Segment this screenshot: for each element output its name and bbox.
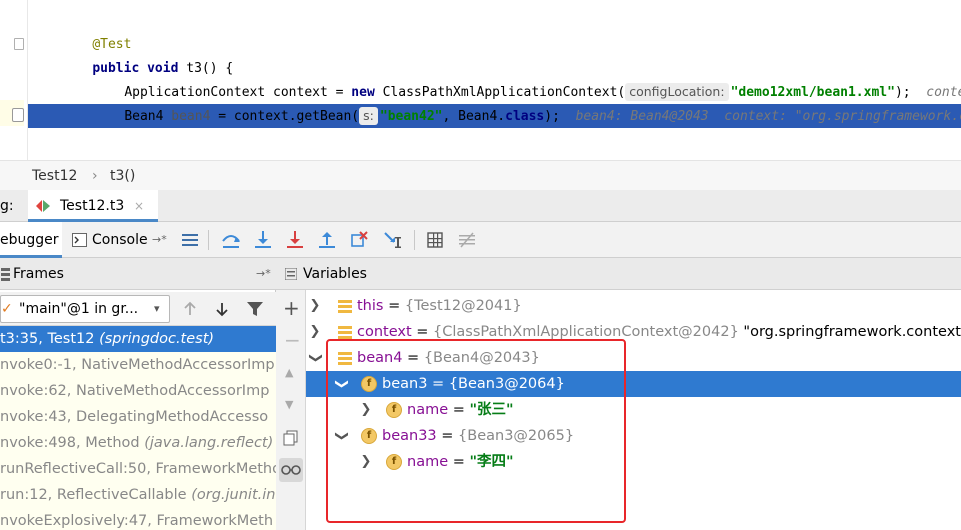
chevron-down-icon[interactable]: ❯	[306, 351, 328, 365]
code-line-3: ApplicationContext context = new ClassPa…	[124, 83, 961, 101]
chevron-down-icon: ▾	[154, 302, 160, 315]
debugger-toolbar: ebugger Console →*	[0, 222, 961, 258]
inline-debug-values: bean4: Bean4@2043 context: "org.springfr…	[575, 109, 961, 124]
tab-console-label: Console	[92, 232, 148, 248]
add-watch-icon[interactable]: +	[283, 298, 300, 318]
code-line-1: @Test	[92, 37, 132, 52]
variable-row-name[interactable]: ❯ f name = "李四"	[306, 449, 961, 475]
code-editor[interactable]: @Test public void t3() { ApplicationCont…	[0, 0, 961, 160]
field-icon: f	[386, 402, 402, 418]
variable-row-context[interactable]: ❯ context = {ClassPathXmlApplicationCont…	[306, 319, 961, 345]
variables-icon	[285, 268, 297, 280]
breadcrumb-separator: ›	[92, 168, 98, 184]
tab-console[interactable]: Console →*	[68, 222, 172, 258]
thread-selector-row: ✓ "main"@1 in gr... ▾	[0, 292, 276, 326]
frames-panel: Frames →* ✓ "main"@1 in gr... ▾ t3:35, T…	[0, 258, 276, 530]
frame-item[interactable]: nvoke:43, DelegatingMethodAccesso	[0, 404, 276, 430]
session-label: g:	[0, 198, 14, 214]
breadcrumb-class[interactable]: Test12	[32, 161, 77, 191]
variable-row-name[interactable]: ❯ f name = "张三"	[306, 397, 961, 423]
frame-item[interactable]: run:12, ReflectiveCallable (org.junit.in…	[0, 482, 276, 508]
field-icon: f	[361, 428, 377, 444]
code-line-5: }	[92, 132, 101, 147]
field-icon: f	[361, 376, 377, 392]
layout-icon[interactable]	[179, 229, 201, 251]
session-tab-test12-t3[interactable]: Test12.t3 ×	[28, 190, 158, 222]
chevron-down-icon[interactable]: ❯	[328, 429, 354, 443]
toolbar-separator	[208, 230, 209, 250]
console-icon	[72, 233, 87, 247]
step-into-icon[interactable]	[252, 229, 274, 251]
chevron-right-icon[interactable]: ❯	[359, 449, 373, 475]
frame-item[interactable]: runReflectiveCall:50, FrameworkMetho	[0, 456, 276, 482]
object-icon	[338, 300, 352, 313]
editor-gutter[interactable]	[0, 0, 28, 160]
session-tab-label: Test12.t3	[60, 198, 125, 214]
toolbar-separator	[414, 230, 415, 250]
parameter-hint: s:	[359, 107, 378, 125]
arrow-down-icon[interactable]	[214, 301, 230, 317]
evaluate-expression-icon[interactable]	[424, 229, 446, 251]
remove-watch-icon[interactable]: −	[284, 330, 301, 350]
pin-icon[interactable]: →*	[152, 222, 167, 258]
variables-title: Variables	[303, 266, 367, 282]
close-icon[interactable]: ×	[134, 190, 144, 222]
force-step-into-icon[interactable]	[284, 229, 306, 251]
move-down-icon[interactable]: ▼	[285, 398, 293, 411]
chevron-right-icon[interactable]: ❯	[308, 293, 322, 319]
copy-icon[interactable]	[283, 430, 299, 446]
trace-icon[interactable]	[456, 229, 478, 251]
frame-item[interactable]: nvokeExplosively:47, FrameworkMeth	[0, 508, 276, 530]
variables-panel: Variables + − ▲ ▼ ❯ this = {Test12@2041}…	[276, 258, 961, 530]
frames-title: Frames	[13, 266, 64, 282]
variable-row-this[interactable]: ❯ this = {Test12@2041}	[306, 293, 961, 319]
frame-item[interactable]: nvoke0:-1, NativeMethodAccessorImp	[0, 352, 276, 378]
debug-session-bar: g: Test12.t3 ×	[0, 190, 961, 222]
variable-row-bean4[interactable]: ❯ bean4 = {Bean4@2043}	[306, 345, 961, 371]
breadcrumb: Test12 › t3()	[0, 160, 961, 190]
arrow-up-icon[interactable]	[182, 301, 198, 317]
filter-icon[interactable]	[246, 300, 264, 318]
frame-item[interactable]: t3:35, Test12 (springdoc.test)	[0, 326, 276, 352]
code-line-2: public void t3() {	[92, 61, 234, 76]
fold-end-marker[interactable]	[12, 108, 24, 122]
show-watches-toggle[interactable]	[279, 458, 303, 482]
frame-item[interactable]: nvoke:62, NativeMethodAccessorImp	[0, 378, 276, 404]
breadcrumb-method[interactable]: t3()	[110, 161, 135, 191]
step-over-icon[interactable]	[220, 229, 242, 251]
chevron-down-icon[interactable]: ❯	[328, 377, 354, 391]
field-icon: f	[386, 454, 402, 470]
code-line-4: Bean4 bean4 = context.getBean(s: "bean42"…	[93, 81, 961, 125]
variable-row-bean3[interactable]: ❯ f bean3 = {Bean3@2064}	[306, 371, 961, 397]
frames-icon	[1, 268, 10, 281]
tab-debugger-label: ebugger	[0, 232, 59, 248]
object-icon	[338, 326, 352, 339]
variable-row-bean33[interactable]: ❯ f bean33 = {Bean3@2065}	[306, 423, 961, 449]
move-up-icon[interactable]: ▲	[285, 366, 293, 379]
step-out-icon[interactable]	[316, 229, 338, 251]
run-to-cursor-icon[interactable]	[382, 229, 404, 251]
glasses-icon	[281, 465, 301, 475]
thread-dropdown[interactable]: ✓ "main"@1 in gr... ▾	[0, 295, 170, 323]
frame-list: t3:35, Test12 (springdoc.test) nvoke0:-1…	[0, 326, 276, 530]
drop-frame-icon[interactable]	[348, 229, 370, 251]
chevron-right-icon[interactable]: ❯	[359, 397, 373, 423]
run-config-icon	[36, 200, 50, 212]
tab-debugger[interactable]: ebugger	[0, 222, 62, 258]
check-icon: ✓	[1, 301, 13, 317]
frames-header: Frames →*	[0, 258, 276, 290]
variables-header: Variables	[276, 258, 961, 290]
variables-side-toolbar: + − ▲ ▼	[276, 290, 306, 530]
fold-marker[interactable]	[14, 38, 24, 50]
thread-label: "main"@1 in gr...	[19, 301, 139, 317]
frame-item[interactable]: nvoke:498, Method (java.lang.reflect)	[0, 430, 276, 456]
object-icon	[338, 352, 352, 365]
chevron-right-icon[interactable]: ❯	[308, 319, 322, 345]
pin-icon[interactable]: →*	[256, 258, 271, 290]
